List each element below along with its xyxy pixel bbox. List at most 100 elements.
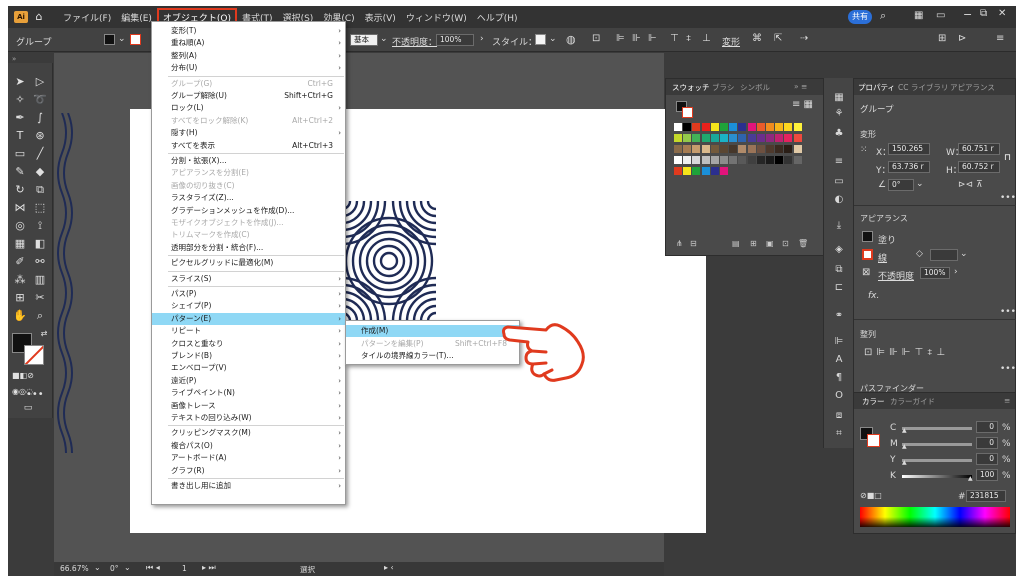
pen-tool-icon[interactable]: ✒ <box>12 111 28 125</box>
align-panel-icon[interactable]: ⊫ <box>833 336 845 348</box>
swatch-cell[interactable] <box>720 156 728 164</box>
rotate-field[interactable]: 0° <box>888 179 914 191</box>
channel-slider-thumb[interactable]: ▲ <box>968 475 973 482</box>
tab-brushes[interactable]: ブラシ <box>712 82 734 93</box>
rotate-tool-icon[interactable]: ↻ <box>12 183 28 197</box>
symbols-panel-icon[interactable]: ♣ <box>833 128 845 140</box>
swatch-cell[interactable] <box>775 123 784 131</box>
swatch-cell[interactable] <box>710 145 719 153</box>
zoom-level[interactable]: 66.67% <box>60 564 89 573</box>
swatch-cell[interactable] <box>701 145 710 153</box>
swatch-cell[interactable] <box>793 156 802 164</box>
appearance-opacity-field[interactable]: 100% <box>920 267 950 279</box>
artboard-number[interactable]: 1 <box>182 564 187 573</box>
swatch-cell[interactable] <box>747 145 756 153</box>
swatch-cell[interactable] <box>710 167 719 175</box>
color-spectrum[interactable] <box>860 507 1010 527</box>
swatch-cell[interactable] <box>738 123 747 131</box>
menu-item-7[interactable]: ウィンドウ(W) <box>401 11 472 24</box>
free-transform-icon[interactable]: ⬚ <box>32 201 48 215</box>
swatch-cell[interactable] <box>756 134 765 142</box>
swatch-cell[interactable] <box>674 167 682 175</box>
isolate-icon[interactable]: ⇱ <box>774 33 782 44</box>
swatch-cell[interactable] <box>692 145 701 153</box>
more-tools-icon[interactable]: ••• <box>26 389 44 400</box>
h-field[interactable]: 60.752 r <box>958 161 1000 173</box>
swatch-cell[interactable] <box>766 123 774 131</box>
swatch-cell[interactable] <box>729 134 738 142</box>
channel-slider-thumb[interactable]: ▲ <box>902 459 907 466</box>
chevron-down-icon[interactable]: ⌄ <box>960 249 968 259</box>
align-bottom-icon[interactable]: ⊥ <box>702 33 711 44</box>
swatch-cell[interactable] <box>784 156 793 164</box>
transform-link[interactable]: 変形 <box>722 35 740 48</box>
swatch-cell[interactable] <box>775 145 784 153</box>
channel-slider[interactable] <box>902 427 972 430</box>
blend-tool-icon[interactable]: ⚯ <box>32 255 48 269</box>
swatch-cell[interactable] <box>729 145 738 153</box>
stroke-swatch[interactable] <box>130 34 141 45</box>
y-field[interactable]: 63.736 r <box>888 161 930 173</box>
swatch-cell[interactable] <box>766 156 774 164</box>
swatch-cell[interactable] <box>738 134 747 142</box>
menu-item-0[interactable]: ファイル(F) <box>58 11 116 24</box>
swatch-cell[interactable] <box>775 156 784 164</box>
opacity-field[interactable]: 100% <box>436 34 474 46</box>
align-top-icon[interactable]: ⊤ <box>670 33 679 44</box>
direct-selection-tool-icon[interactable]: ▷ <box>32 75 48 89</box>
align-left-icon[interactable]: ⊫ <box>616 33 625 44</box>
chevron-down-icon[interactable]: ⌄ <box>94 563 101 572</box>
channel-slider[interactable] <box>902 459 972 462</box>
tab-swatches[interactable]: スウォッチ <box>672 82 710 93</box>
tab-properties[interactable]: プロパティ <box>858 82 895 93</box>
swatch-cell[interactable] <box>692 156 701 164</box>
none-color-icon[interactable]: ⊘■□ <box>860 491 882 500</box>
recolor-icon[interactable]: ◍ <box>566 33 576 46</box>
align-hcenter-icon[interactable]: ⊪ <box>632 33 641 44</box>
screen-mode-icon[interactable]: ▭ <box>20 401 36 415</box>
type-tool-icon[interactable]: T <box>12 129 28 143</box>
active-stroke-swatch[interactable] <box>682 107 693 118</box>
hand-tool-icon[interactable]: ✋ <box>12 309 28 323</box>
swatch-cell[interactable] <box>692 134 701 142</box>
swatch-cell[interactable] <box>738 156 747 164</box>
swatch-cell[interactable] <box>756 123 765 131</box>
artboard-tool-icon[interactable]: ⊞ <box>12 291 28 305</box>
fx-button[interactable]: fx. <box>868 291 879 301</box>
swatch-cell[interactable] <box>729 123 738 131</box>
swatch-cell[interactable] <box>784 145 793 153</box>
trash-icon[interactable]: 🗑 <box>798 239 808 248</box>
submenu-item-tile-edge-color[interactable]: タイルの境界線カラー(T)... <box>346 350 519 362</box>
object-menu-item[interactable]: パターン(E) › <box>152 312 345 325</box>
magic-wand-icon[interactable]: ✧ <box>12 93 28 107</box>
panel-menu-icon[interactable]: » ≡ <box>794 82 807 91</box>
shaper-tool-icon[interactable]: ◆ <box>32 165 48 179</box>
layers-panel-icon[interactable]: ◈ <box>833 244 845 256</box>
channel-value-field[interactable]: 100 <box>976 469 998 481</box>
flip-vertical-icon[interactable]: ⊼ <box>976 180 983 190</box>
channel-value-field[interactable]: 0 <box>976 437 998 449</box>
constrain-proportions-icon[interactable]: ⊓ <box>1004 153 1011 163</box>
gradient-tool-icon[interactable]: ◧ <box>32 237 48 251</box>
slice-tool-icon[interactable]: ✂ <box>32 291 48 305</box>
swap-colors-icon[interactable]: ⇄ <box>36 327 52 341</box>
object-menu-item[interactable]: クリッピングマスク(M) › <box>152 427 345 439</box>
layout-icon[interactable]: ⊳ <box>958 33 966 44</box>
home-icon[interactable]: ⌂ <box>32 11 46 23</box>
object-menu-item[interactable]: すべてを表示 Alt+Ctrl+3 <box>152 140 345 152</box>
object-menu-item[interactable]: 整列(A) › <box>152 50 345 62</box>
new-folder-icon[interactable]: ▣ <box>766 239 774 248</box>
selection-tool-icon[interactable]: ➤ <box>12 75 28 89</box>
swatch-cell[interactable] <box>683 167 692 175</box>
swatch-cell[interactable] <box>683 123 692 131</box>
object-menu-item[interactable]: ピクセルグリッドに最適化(M) <box>152 257 345 269</box>
chevron-down-icon[interactable]: ⌄ <box>916 179 924 189</box>
hamburger-icon[interactable]: ≡ <box>996 33 1004 44</box>
swatch-cell[interactable] <box>738 145 747 153</box>
chevron-down-icon[interactable]: ⌄ <box>380 34 388 44</box>
shape-builder-icon[interactable]: ◎ <box>12 219 28 233</box>
swatch-cell[interactable] <box>692 167 701 175</box>
swatch-cell[interactable] <box>674 123 682 131</box>
chevron-right-icon[interactable]: › <box>480 34 484 44</box>
align-right-icon[interactable]: ⊩ <box>648 33 657 44</box>
